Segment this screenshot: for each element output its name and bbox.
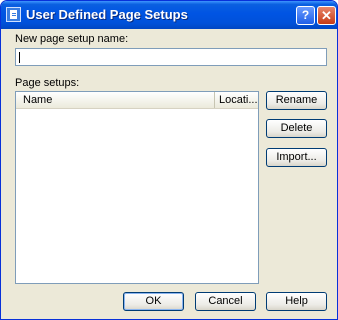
dialog-window: User Defined Page Setups ? ✕ New page se… [0, 0, 338, 320]
column-header-location[interactable]: Locati... [216, 92, 258, 108]
ok-button[interactable]: OK [123, 292, 184, 311]
page-setups-list[interactable]: Name Locati... [15, 91, 259, 284]
new-name-label: New page setup name: [15, 33, 129, 45]
page-setups-label: Page setups: [15, 77, 80, 89]
help-icon[interactable]: ? [296, 6, 315, 25]
new-name-input[interactable] [15, 48, 327, 66]
close-icon[interactable]: ✕ [317, 6, 336, 25]
cancel-button[interactable]: Cancel [195, 292, 256, 311]
list-header: Name Locati... [16, 92, 258, 109]
rename-button[interactable]: Rename [266, 91, 327, 110]
title-bar[interactable]: User Defined Page Setups ? ✕ [1, 1, 337, 29]
import-button[interactable]: Import... [266, 148, 327, 167]
text-caret [19, 52, 20, 63]
window-title: User Defined Page Setups [26, 7, 188, 22]
column-header-name[interactable]: Name [16, 92, 215, 108]
help-button[interactable]: Help [266, 292, 327, 311]
app-icon [6, 7, 21, 22]
delete-button[interactable]: Delete [266, 119, 327, 138]
